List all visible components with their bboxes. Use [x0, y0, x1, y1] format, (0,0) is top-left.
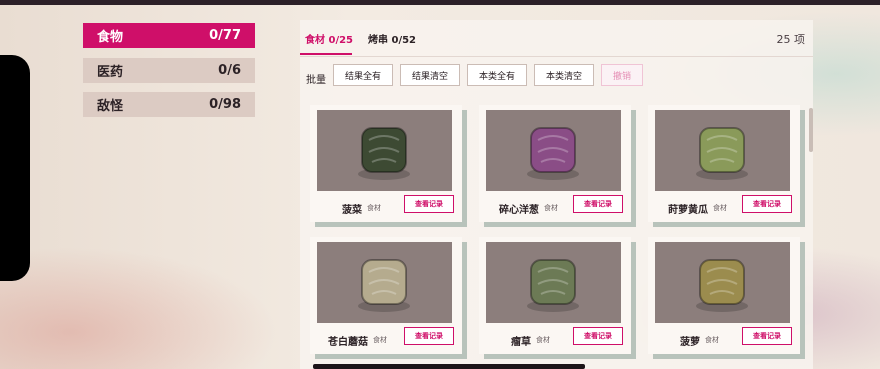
horizontal-scrollbar[interactable] [313, 364, 585, 369]
undo-button[interactable]: 撤销 [601, 64, 643, 86]
view-record-button[interactable]: 查看记录 [404, 195, 454, 213]
view-record-button[interactable]: 查看记录 [742, 195, 792, 213]
tab-bar: 食材 0/25 烤串 0/52 25 项 [300, 20, 813, 57]
item-name: 瘤草 [511, 337, 531, 348]
active-tab-indicator [300, 53, 352, 55]
item-name: 苍白蘑菇 [328, 337, 368, 348]
item-name: 莳萝黄瓜 [668, 205, 708, 216]
vertical-scrollbar[interactable] [809, 108, 813, 152]
view-record-button[interactable]: 查看记录 [404, 327, 454, 345]
item-card: 菠萝 食材 查看记录 [648, 237, 800, 354]
top-bar [0, 0, 880, 5]
category-enemies[interactable]: 敌怪 0/98 [83, 92, 255, 117]
item-type: 食材 [544, 204, 558, 212]
item-image [655, 242, 790, 323]
mushroom-icon [358, 259, 410, 312]
view-record-button[interactable]: 查看记录 [573, 195, 623, 213]
item-card: 瘤草 食材 查看记录 [479, 237, 631, 354]
item-name: 菠菜 [342, 205, 362, 216]
item-name: 菠萝 [680, 337, 700, 348]
category-clear-button[interactable]: 本类清空 [534, 64, 594, 86]
item-image [317, 242, 452, 323]
view-record-button[interactable]: 查看记录 [742, 327, 792, 345]
item-name: 碎心洋葱 [499, 205, 539, 216]
result-all-button[interactable]: 结果全有 [333, 64, 393, 86]
item-image [655, 110, 790, 191]
spinach-icon [358, 127, 410, 180]
category-count: 0/98 [209, 97, 241, 112]
item-card: 莳萝黄瓜 食材 查看记录 [648, 105, 800, 222]
item-type: 食材 [705, 336, 719, 344]
item-image [486, 110, 621, 191]
view-record-button[interactable]: 查看记录 [573, 327, 623, 345]
category-medicine[interactable]: 医药 0/6 [83, 58, 255, 83]
tab-ingredients[interactable]: 食材 0/25 [305, 31, 353, 46]
item-type: 食材 [367, 204, 381, 212]
batch-toolbar: 批量 结果全有 结果清空 本类全有 本类清空 撤销 [300, 64, 813, 90]
item-type: 食材 [713, 204, 727, 212]
category-food[interactable]: 食物 0/77 [83, 23, 255, 48]
batch-label: 批量 [306, 75, 326, 86]
item-count: 25 项 [776, 33, 806, 46]
item-image [486, 242, 621, 323]
collection-panel: 食材 0/25 烤串 0/52 25 项 批量 结果全有 结果清空 本类全有 本… [300, 20, 813, 369]
cucumber-icon [696, 127, 748, 180]
pineapple-icon [696, 259, 748, 312]
herb-icon [527, 259, 579, 312]
item-type: 食材 [373, 336, 387, 344]
category-label: 医药 [97, 65, 124, 80]
category-label: 食物 [97, 30, 124, 45]
onion-icon [527, 127, 579, 180]
left-side-panel [0, 55, 30, 281]
item-grid: 菠菜 食材 查看记录 碎心洋葱 食材 查看记录 莳萝黄瓜 食材 查看记录 苍白蘑菇 食材 查看记录 瘤草… [310, 105, 810, 369]
item-card: 碎心洋葱 食材 查看记录 [479, 105, 631, 222]
item-image [317, 110, 452, 191]
category-count: 0/6 [218, 63, 241, 78]
item-type: 食材 [536, 336, 550, 344]
item-card: 苍白蘑菇 食材 查看记录 [310, 237, 462, 354]
category-count: 0/77 [209, 28, 241, 43]
result-clear-button[interactable]: 结果清空 [400, 64, 460, 86]
category-label: 敌怪 [97, 99, 124, 114]
item-card: 菠菜 食材 查看记录 [310, 105, 462, 222]
category-all-button[interactable]: 本类全有 [467, 64, 527, 86]
tab-skewers[interactable]: 烤串 0/52 [368, 31, 416, 46]
